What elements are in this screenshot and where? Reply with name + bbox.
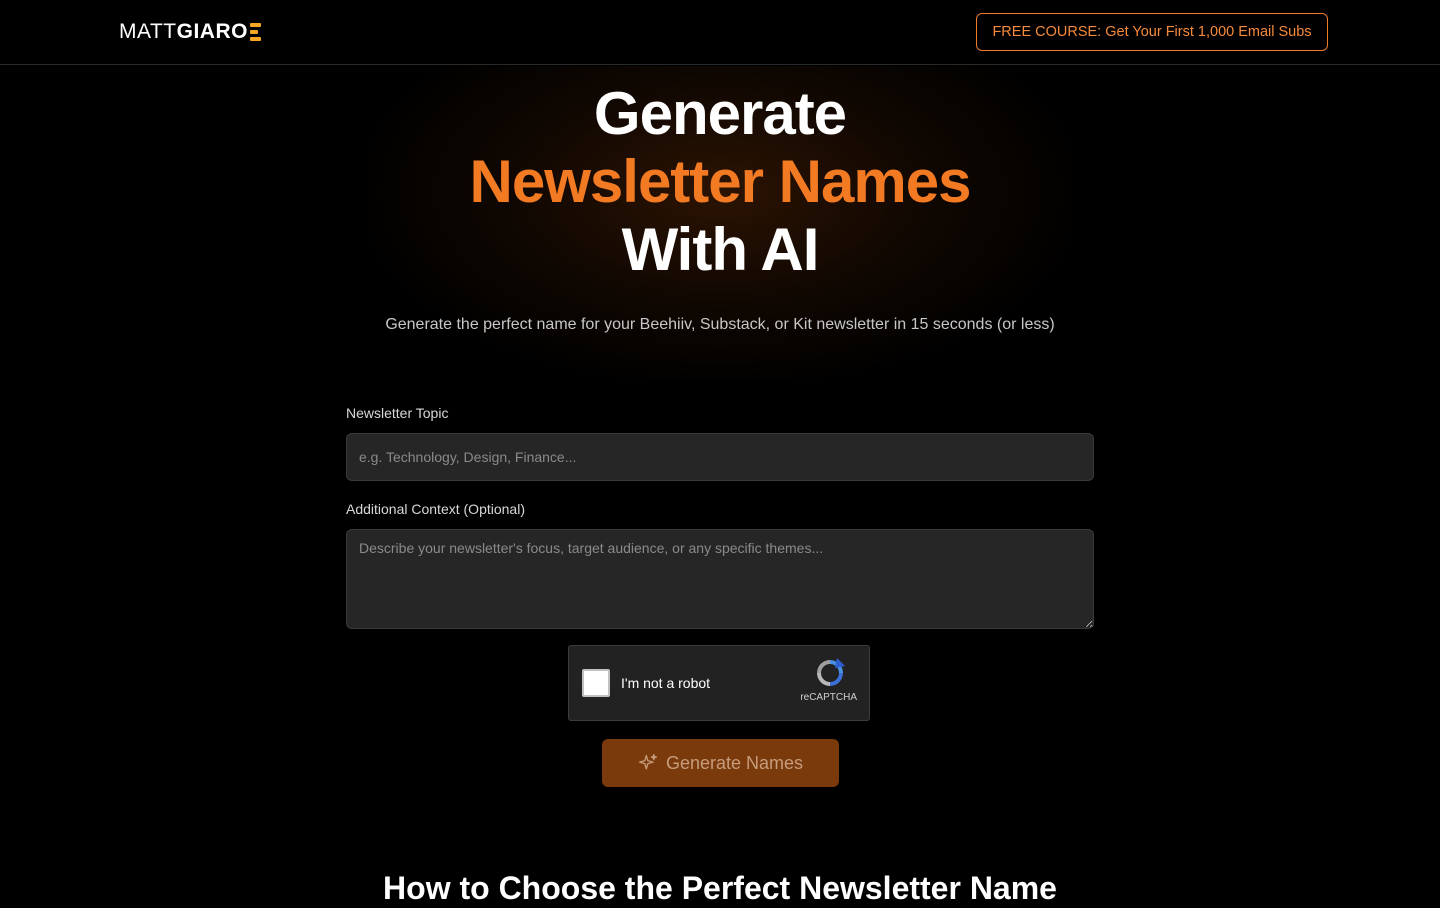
- recaptcha-widget: I'm not a robot reCAPTCHA: [568, 645, 870, 721]
- section-heading: How to Choose the Perfect Newsletter Nam…: [383, 870, 1057, 906]
- top-navbar: MATT GIARO FREE COURSE: Get Your First 1,…: [0, 0, 1440, 65]
- context-textarea[interactable]: [346, 529, 1094, 629]
- generate-names-button[interactable]: Generate Names: [602, 739, 839, 787]
- recaptcha-icon: [817, 658, 845, 686]
- hero-title: Generate Newsletter Names With AI: [0, 80, 1440, 284]
- logo-bars-icon: [249, 22, 261, 42]
- site-logo[interactable]: MATT GIARO: [119, 20, 261, 44]
- logo-text-light: MATT: [119, 20, 177, 43]
- hero-title-highlight: Newsletter Names: [469, 148, 972, 215]
- topic-label: Newsletter Topic: [346, 405, 449, 421]
- recaptcha-checkbox[interactable]: [582, 669, 610, 697]
- hero-subtitle: Generate the perfect name for your Beehi…: [385, 316, 1055, 333]
- hero-title-line1: Generate: [593, 80, 847, 147]
- topic-input[interactable]: [346, 433, 1094, 481]
- recaptcha-label: I'm not a robot: [621, 675, 711, 691]
- sparkles-icon: [638, 754, 657, 770]
- hero-title-line3: With AI: [621, 216, 820, 283]
- logo-text-bold: GIARO: [176, 20, 248, 43]
- recaptcha-brand: reCAPTCHA: [800, 692, 857, 703]
- context-label: Additional Context (Optional): [346, 501, 525, 517]
- free-course-button[interactable]: FREE COURSE: Get Your First 1,000 Email …: [976, 13, 1328, 51]
- generate-names-label: Generate Names: [665, 752, 804, 773]
